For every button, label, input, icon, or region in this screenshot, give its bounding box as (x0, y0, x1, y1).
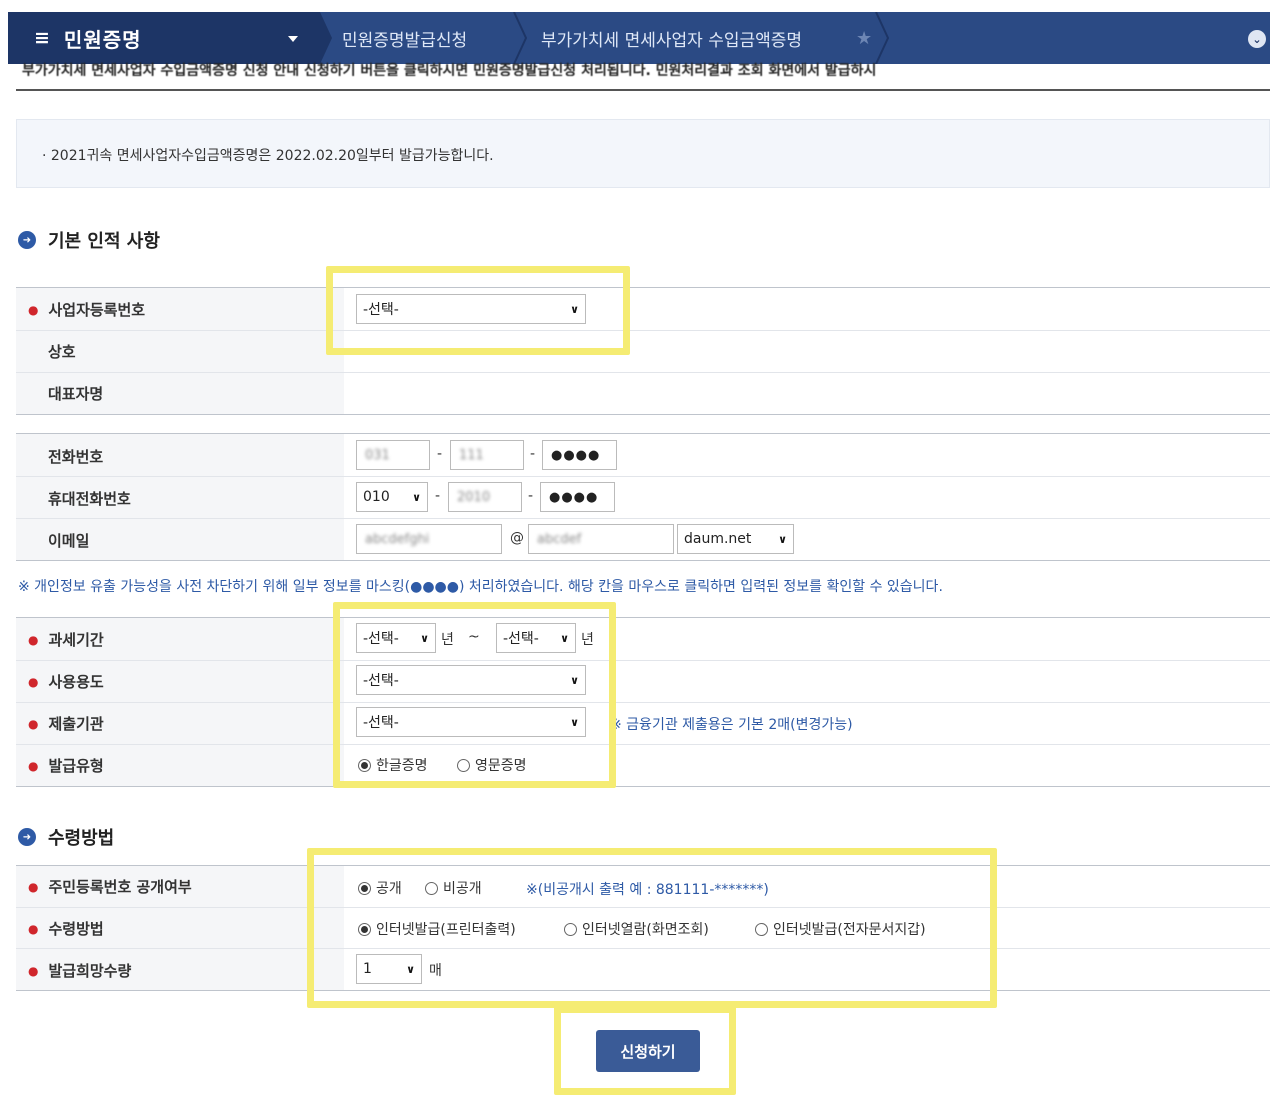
arrow-circle-icon: ➜ (18, 231, 36, 249)
divider (16, 744, 1270, 745)
select-value: daum.net (684, 531, 751, 547)
page-heading: 부가가치세 면세사업자 수입금액증명 신청 안내 신청하기 버튼을 클릭하시면 … (22, 60, 1222, 76)
field-value: 031 (365, 448, 390, 463)
breadcrumb-item-current[interactable]: 부가가치세 면세사업자 수입금액증명 (541, 12, 802, 64)
divider (16, 287, 1270, 288)
label-text: 사용용도 (48, 671, 103, 692)
chevron-down-icon[interactable] (288, 36, 298, 42)
email-domain-field[interactable]: abcdef (528, 524, 674, 554)
field-value: 111 (459, 448, 484, 463)
field-label-ceo: 대표자명 (48, 383, 103, 404)
hamburger-icon[interactable]: ≡ (34, 27, 50, 49)
field-value: ●●●● (551, 448, 600, 463)
phone-middle-field[interactable]: 111 (450, 440, 524, 470)
arrow-circle-icon: ➜ (18, 828, 36, 846)
dash-text: - (435, 488, 440, 504)
nav-home-segment[interactable]: ≡ 민원증명 (8, 12, 310, 64)
section-title-receive-text: 수령방법 (48, 824, 114, 850)
divider (16, 660, 1270, 661)
field-label-mobile: 휴대전화번호 (48, 488, 131, 509)
label-text: 주민등록번호 공개여부 (48, 876, 191, 897)
section-title-basic-text: 기본 인적 사항 (48, 227, 160, 253)
field-label-period: ● 과세기간 (30, 629, 104, 650)
field-value: abcdefghi (365, 532, 429, 547)
breadcrumb-separator-icon (310, 12, 332, 64)
highlight-box (307, 848, 997, 1008)
divider (16, 372, 1270, 373)
field-value: abcdef (537, 532, 581, 547)
label-text: 사업자등록번호 (48, 299, 145, 320)
dash-text: - (528, 488, 533, 504)
breadcrumb-item-apply[interactable]: 민원증명발급신청 (342, 12, 467, 64)
divider (16, 89, 1270, 91)
required-icon: ● (28, 759, 38, 773)
org-note: ※ 금융기관 제출용은 기본 2매(변경가능) (610, 714, 853, 734)
chevron-down-icon: ∨ (412, 491, 421, 504)
field-label-bizno: ● 사업자등록번호 (30, 299, 145, 320)
mobile-middle-field[interactable]: 2010 (448, 482, 522, 512)
field-label-usage: ● 사용용도 (30, 671, 104, 692)
highlight-box (554, 1006, 736, 1095)
label-text: 발급유형 (48, 755, 103, 776)
required-icon: ● (28, 675, 38, 689)
field-label-org: ● 제출기관 (30, 713, 104, 734)
breadcrumb-separator-icon (870, 12, 892, 64)
divider (16, 414, 1270, 415)
highlight-box (333, 602, 616, 788)
breadcrumb-separator-icon (508, 12, 530, 64)
required-icon: ● (28, 922, 38, 936)
field-label-phone: 전화번호 (48, 446, 103, 467)
label-text: 과세기간 (48, 629, 103, 650)
nav-title: 민원증명 (64, 24, 142, 53)
phone-area-field[interactable]: 031 (356, 440, 430, 470)
email-domain-select[interactable]: daum.net ∨ (677, 524, 794, 554)
phone-last-field[interactable]: ●●●● (542, 440, 617, 470)
label-text: 수령방법 (48, 918, 103, 939)
divider (16, 476, 1270, 477)
divider (16, 330, 1270, 331)
mobile-last-field[interactable]: ●●●● (540, 482, 615, 512)
required-icon: ● (28, 633, 38, 647)
divider (16, 617, 1270, 618)
section-title-receive: ➜ 수령방법 (18, 824, 114, 850)
highlight-box (326, 266, 630, 355)
required-icon: ● (28, 880, 38, 894)
privacy-notice: ※ 개인정보 유출 가능성을 사전 차단하기 위해 일부 정보를 마스킹(●●●… (18, 576, 943, 596)
field-label-qty: ● 발급희망수량 (30, 960, 131, 981)
at-sign-text: @ (510, 530, 524, 546)
divider (16, 518, 1270, 519)
divider (16, 433, 1270, 434)
required-icon: ● (28, 964, 38, 978)
mobile-prefix-select[interactable]: 010 ∨ (356, 482, 428, 512)
field-label-method: ● 수령방법 (30, 918, 104, 939)
field-label-email: 이메일 (48, 530, 89, 551)
label-text: 발급희망수량 (48, 960, 131, 981)
divider (16, 786, 1270, 787)
email-id-field[interactable]: abcdefghi (356, 524, 502, 554)
select-value: 010 (363, 489, 390, 505)
notice-text: · 2021귀속 면세사업자수입금액증명은 2022.02.20일부터 발급가능… (42, 145, 494, 165)
divider (16, 702, 1270, 703)
chevron-down-icon: ∨ (778, 533, 787, 546)
label-text: 제출기관 (48, 713, 103, 734)
dash-text: - (437, 446, 442, 462)
field-label-rrn: ● 주민등록번호 공개여부 (30, 876, 192, 897)
divider (16, 560, 1270, 561)
required-icon: ● (28, 717, 38, 731)
dash-text: - (530, 446, 535, 462)
field-label-type: ● 발급유형 (30, 755, 104, 776)
field-value: 2010 (457, 490, 490, 505)
field-label-company: 상호 (48, 341, 76, 362)
collapse-icon[interactable]: ⌄ (1248, 30, 1266, 48)
field-value: ●●●● (549, 490, 598, 505)
required-icon: ● (28, 303, 38, 317)
section-title-basic: ➜ 기본 인적 사항 (18, 227, 160, 253)
